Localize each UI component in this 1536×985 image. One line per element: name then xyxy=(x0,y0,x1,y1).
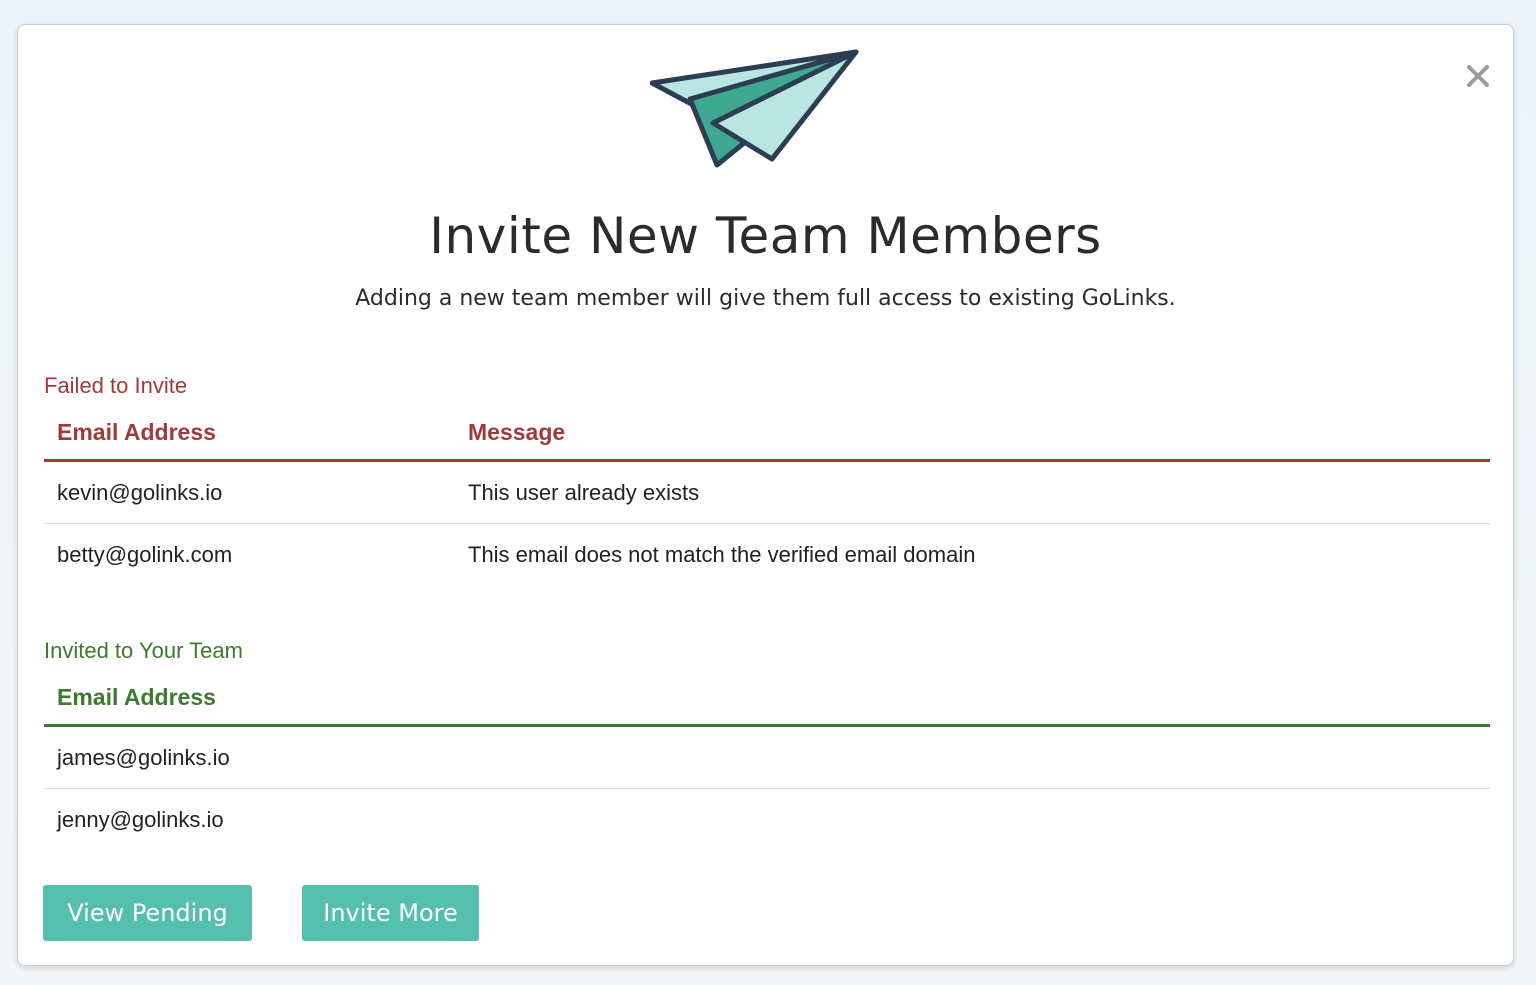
table-row: jenny@golinks.io xyxy=(44,789,1490,851)
invite-more-button[interactable]: Invite More xyxy=(302,885,479,941)
failed-message-cell: This user already exists xyxy=(455,460,1490,524)
column-header-email: Email Address xyxy=(44,405,455,462)
failed-message-cell: This email does not match the verified e… xyxy=(468,541,976,567)
modal-subtitle: Adding a new team member will give them … xyxy=(355,286,1176,311)
invited-email-cell: jenny@golinks.io xyxy=(57,806,224,832)
paper-plane-icon xyxy=(650,49,859,168)
invited-section-label: Invited to Your Team xyxy=(44,638,243,663)
table-row: james@golinks.io xyxy=(44,725,1490,789)
close-icon[interactable] xyxy=(1465,63,1491,89)
column-header-email: Email Address xyxy=(44,670,1490,727)
failed-table-header: Email Address Message xyxy=(44,405,1490,462)
invited-email-cell: james@golinks.io xyxy=(44,725,1490,789)
invited-table: Email Address james@golinks.io jenny@gol… xyxy=(44,670,1490,850)
failed-section-label: Failed to Invite xyxy=(44,373,188,398)
view-pending-button[interactable]: View Pending xyxy=(43,885,252,941)
failed-email-cell: kevin@golinks.io xyxy=(44,460,455,524)
failed-table: Email Address Message kevin@golinks.io T… xyxy=(44,405,1490,585)
invite-modal: Invite New Team Members Adding a new tea… xyxy=(17,24,1514,966)
table-row: kevin@golinks.io This user already exist… xyxy=(44,460,1490,524)
column-header-message: Message xyxy=(455,405,1490,462)
table-row: betty@golink.com This email does not mat… xyxy=(44,524,1490,586)
failed-email-cell: betty@golink.com xyxy=(57,541,233,567)
invited-table-header: Email Address xyxy=(44,670,1490,727)
modal-title: Invite New Team Members xyxy=(429,207,1102,265)
